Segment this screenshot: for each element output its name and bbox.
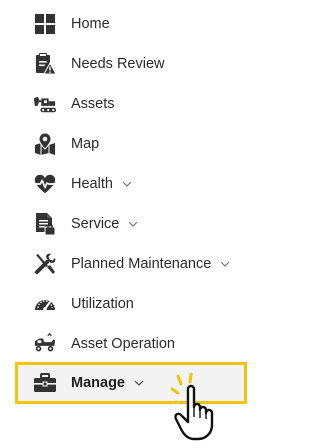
nav-item-home[interactable]: Home bbox=[0, 4, 263, 44]
nav-item-label: Health bbox=[71, 176, 132, 192]
document-icon bbox=[33, 212, 57, 236]
clipboard-alert-icon bbox=[33, 52, 57, 76]
nav-item-text: Planned Maintenance bbox=[71, 256, 212, 272]
nav-item-health[interactable]: Health bbox=[0, 164, 263, 204]
nav-item-needs-review[interactable]: Needs Review bbox=[0, 44, 263, 84]
nav-item-manage[interactable]: Manage bbox=[15, 362, 247, 404]
chevron-down-icon bbox=[128, 220, 138, 228]
grid-icon bbox=[33, 12, 57, 36]
nav-item-assets[interactable]: Assets bbox=[0, 84, 263, 124]
gauge-icon bbox=[33, 292, 57, 316]
chevron-down-icon bbox=[220, 260, 230, 268]
nav-item-label: Map bbox=[71, 136, 100, 152]
nav-item-label: Asset Operation bbox=[71, 336, 175, 352]
nav-item-label: Home bbox=[71, 16, 110, 32]
nav-item-label: Service bbox=[71, 216, 138, 232]
nav-item-text: Service bbox=[71, 216, 120, 232]
sidebar-nav: Home Needs Review Assets Map Health Serv… bbox=[0, 0, 263, 448]
chevron-down-icon bbox=[134, 379, 144, 387]
excavator-icon bbox=[33, 92, 57, 116]
nav-item-label: Needs Review bbox=[71, 56, 165, 72]
nav-item-label: Utilization bbox=[71, 296, 134, 312]
nav-item-utilization[interactable]: Utilization bbox=[0, 284, 263, 324]
map-pin-icon bbox=[33, 132, 57, 156]
heartbeat-icon bbox=[33, 172, 57, 196]
nav-item-label: Manage bbox=[71, 375, 144, 391]
nav-item-service[interactable]: Service bbox=[0, 204, 263, 244]
nav-item-label: Assets bbox=[71, 96, 115, 112]
chevron-down-icon bbox=[122, 180, 132, 188]
nav-item-text: Manage bbox=[71, 375, 125, 391]
truck-icon bbox=[33, 332, 57, 356]
nav-item-text: Health bbox=[71, 176, 113, 192]
wrench-screwdriver-icon bbox=[33, 252, 57, 276]
nav-item-label: Planned Maintenance bbox=[71, 256, 230, 272]
nav-item-map[interactable]: Map bbox=[0, 124, 263, 164]
nav-item-asset-operation[interactable]: Asset Operation bbox=[0, 324, 263, 364]
briefcase-icon bbox=[33, 371, 57, 395]
nav-item-planned-maintenance[interactable]: Planned Maintenance bbox=[0, 244, 263, 284]
